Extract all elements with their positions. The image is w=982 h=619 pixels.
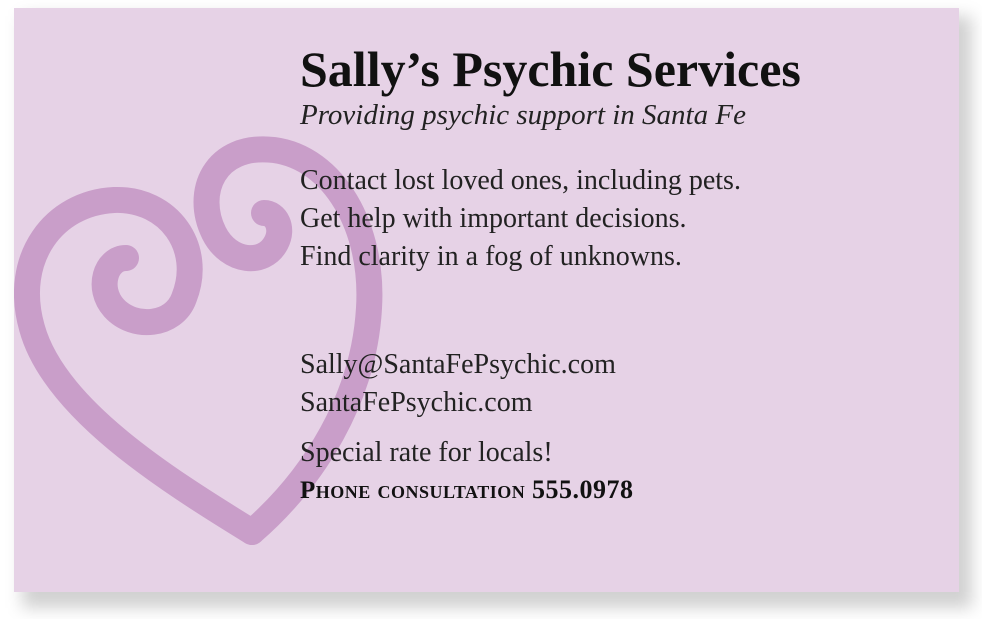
email-address: Sally@SantaFePsychic.com [300,349,616,380]
business-tagline: Providing psychic support in Santa Fe [300,99,746,131]
service-item: Contact lost loved ones, including pets. [300,165,741,196]
business-title: Sally’s Psychic Services [300,41,801,97]
card-content: Sally’s Psychic Services Providing psych… [300,40,950,509]
service-item: Get help with important decisions. [300,203,687,234]
phone-consultation: Phone consultation 555.0978 [300,472,950,509]
service-item: Find clarity in a fog of unknowns. [300,241,682,272]
phone-label: Phone consultation [300,477,526,504]
promo-text: Special rate for locals! [300,437,553,468]
promo-section: Special rate for locals! Phone consultat… [300,434,950,509]
services-list: Contact lost loved ones, including pets.… [300,162,950,276]
business-card: Sally’s Psychic Services Providing psych… [14,8,959,592]
phone-number: 555.0978 [531,475,634,504]
website-address: SantaFePsychic.com [300,387,533,418]
contact-info: Sally@SantaFePsychic.com SantaFePsychic.… [300,346,950,422]
